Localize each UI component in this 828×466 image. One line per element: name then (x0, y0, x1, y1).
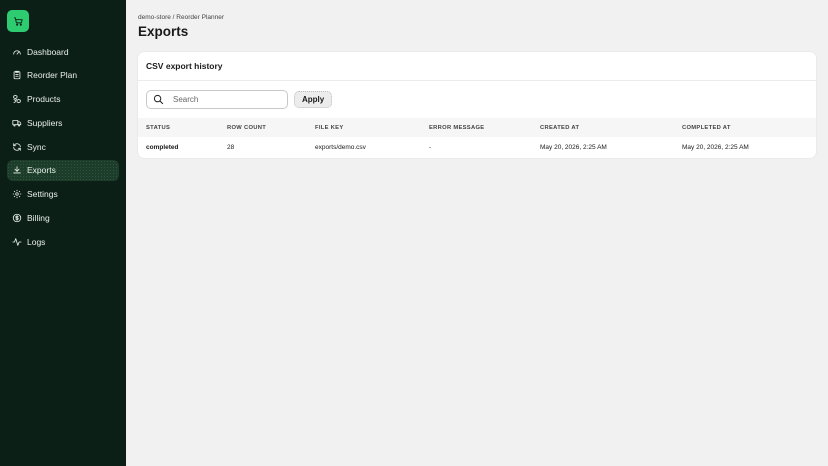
export-history-card: CSV export history Apply STATUS ROW COUN… (138, 52, 816, 158)
search-icon (153, 94, 164, 105)
page-title: Exports (138, 24, 189, 39)
refresh-icon (12, 142, 22, 152)
sidebar-item-dashboard[interactable]: Dashboard (7, 41, 119, 62)
card-title: CSV export history (146, 61, 223, 71)
activity-icon (12, 237, 22, 247)
sidebar-item-label: Products (27, 94, 61, 105)
completed-at-cell: May 20, 2026, 2:25 AM (682, 144, 749, 151)
sidebar-item-suppliers[interactable]: Suppliers (7, 112, 119, 133)
table-header-row: STATUS ROW COUNT FILE KEY ERROR MESSAGE … (138, 118, 816, 137)
error-message-cell: - (429, 144, 432, 151)
column-header-created-at[interactable]: CREATED AT (532, 118, 674, 137)
clipboard-icon (12, 70, 22, 80)
sidebar-item-sync[interactable]: Sync (7, 136, 119, 157)
column-header-completed-at[interactable]: COMPLETED AT (674, 118, 816, 137)
row-count-cell: 28 (227, 144, 235, 151)
card-header: CSV export history (138, 52, 816, 81)
sidebar-item-label: Billing (27, 213, 50, 224)
status-cell: completed (146, 144, 179, 151)
app-root: Dashboard Reorder Plan Products Supplier… (0, 0, 828, 466)
exports-table: STATUS ROW COUNT FILE KEY ERROR MESSAGE … (138, 118, 816, 158)
sidebar-nav: Dashboard Reorder Plan Products Supplier… (7, 41, 119, 252)
breadcrumb: demo-store / Reorder Planner (138, 14, 224, 21)
sidebar-item-products[interactable]: Products (7, 89, 119, 110)
main-content: demo-store / Reorder Planner Exports CSV… (126, 0, 828, 466)
search-input[interactable] (173, 95, 281, 104)
truck-icon (12, 118, 22, 128)
sidebar-item-label: Reorder Plan (27, 70, 78, 81)
sidebar-item-settings[interactable]: Settings (7, 184, 119, 205)
sidebar-item-label: Suppliers (27, 117, 63, 128)
sidebar-item-label: Dashboard (27, 46, 69, 57)
file-key-cell: exports/demo.csv (315, 144, 366, 151)
sidebar-item-label: Settings (27, 189, 58, 200)
download-icon (12, 165, 22, 175)
column-header-status[interactable]: STATUS (138, 118, 219, 137)
table-row[interactable]: completed 28 exports/demo.csv - May 20, … (138, 137, 816, 158)
sidebar-item-reorder-plan[interactable]: Reorder Plan (7, 65, 119, 86)
search-box[interactable] (146, 90, 288, 109)
boxes-icon (12, 94, 22, 104)
sidebar-item-billing[interactable]: Billing (7, 208, 119, 229)
column-header-row-count[interactable]: ROW COUNT (219, 118, 307, 137)
cart-icon (13, 16, 23, 26)
filter-bar: Apply (138, 81, 816, 118)
dollar-icon (12, 213, 22, 223)
sidebar-item-label: Logs (27, 236, 46, 247)
sidebar-item-exports[interactable]: Exports (7, 159, 119, 181)
app-logo[interactable] (7, 10, 29, 32)
column-header-error-message[interactable]: ERROR MESSAGE (421, 118, 532, 137)
sidebar: Dashboard Reorder Plan Products Supplier… (0, 0, 126, 466)
column-header-file-key[interactable]: FILE KEY (307, 118, 421, 137)
apply-button[interactable]: Apply (294, 91, 333, 108)
sidebar-item-label: Sync (27, 141, 46, 152)
sidebar-item-label: Exports (27, 165, 56, 176)
sidebar-item-logs[interactable]: Logs (7, 231, 119, 252)
created-at-cell: May 20, 2026, 2:25 AM (540, 144, 607, 151)
gear-icon (12, 189, 22, 199)
gauge-icon (12, 47, 22, 57)
